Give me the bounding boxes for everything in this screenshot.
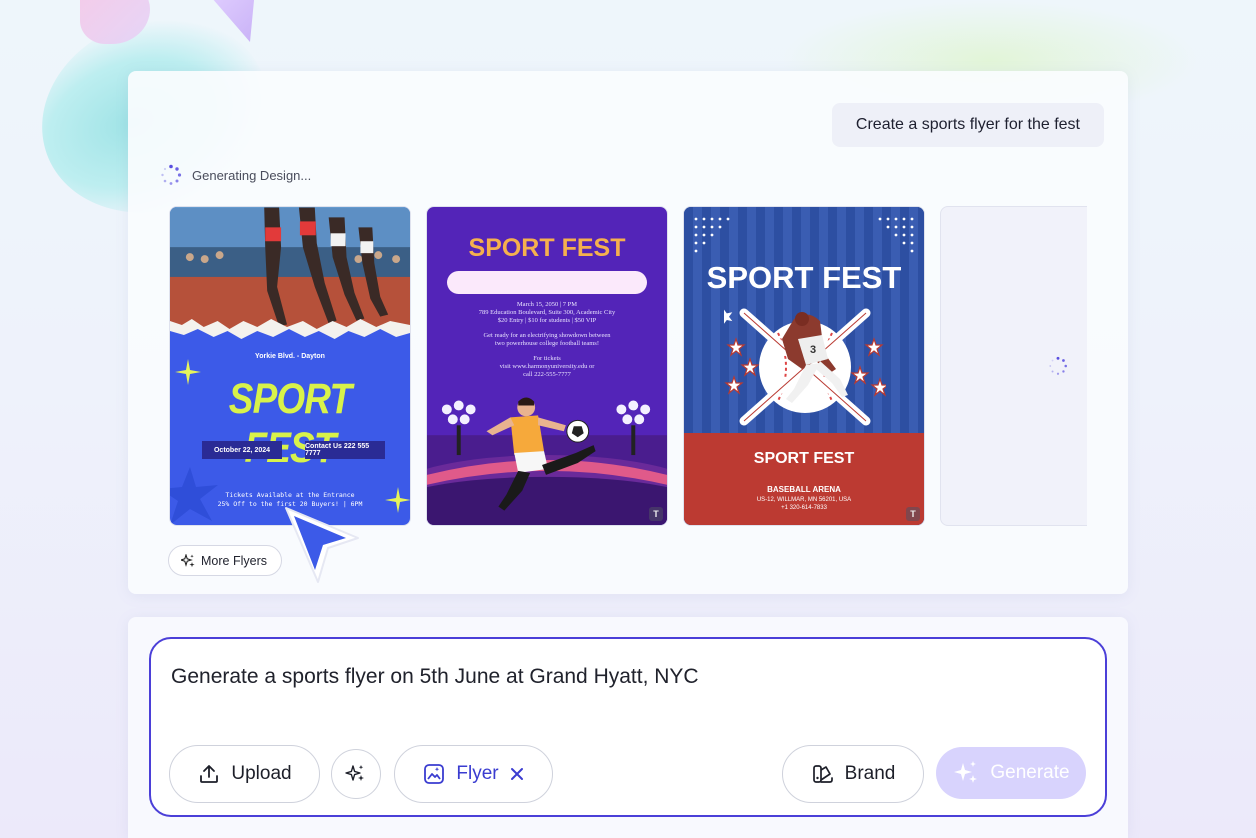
template-badge: T [906,507,920,521]
user-prompt-bubble: Create a sports flyer for the fest [831,103,1104,147]
flyer-type-chip[interactable]: Flyer [394,745,553,803]
chat-panel: Create a sports flyer for the fest Gener… [128,71,1128,594]
runners-illustration [170,207,410,332]
more-flyers-label: More Flyers [201,553,267,568]
info-line: March 15, 2050 | 7 PM [516,301,578,308]
prompt-input[interactable]: Generate a sports flyer on 5th June at G… [171,665,699,689]
flyer-date: October 22, 2024 [202,441,282,459]
flyer-chip-label: Flyer [456,763,499,784]
flyer-subtitle: SPORT FEST [753,450,855,467]
flyer-card-loading [940,206,1087,526]
generation-status-label: Generating Design... [192,167,312,183]
template-badge: T [649,507,663,521]
info-line: 789 Education Boulevard, Suite 300, Acad… [478,309,616,316]
sparkle-icon [181,553,195,567]
flyer-image-icon [424,764,445,784]
flyer-arena: BASEBALL ARENA [767,485,841,494]
magic-wand-icon [345,765,364,781]
generate-button[interactable]: Generate [936,747,1086,799]
flyer-address: US-12, WILLMAR, MN 56201, USA +1 320-614… [684,496,924,512]
tickets-line: Tickets Available at the Entrance [225,491,355,499]
flyer-card-track[interactable]: Yorkie Blvd. - Dayton SPORT FEST October… [169,206,411,526]
baseball-emblem: 3 [724,308,886,426]
brand-icon [812,765,833,783]
dots-decoration [878,217,914,253]
generation-status: Generating Design... [160,164,311,186]
flyer-card-soccer[interactable]: SPORT FEST March 15, 2050 | 7 PM 789 Edu… [426,206,668,526]
flyer-address: Yorkie Blvd. - Dayton [255,353,325,360]
spinner-icon [1049,356,1067,375]
info-line: $20 Entry | $10 for students | $50 VIP [497,317,597,324]
torn-paper-edge [170,319,410,347]
info-line: call 222-555-7777 [523,371,571,378]
generate-sparkle-icon [954,761,978,783]
svg-text:3: 3 [810,344,816,356]
composer-panel: Generate a sports flyer on 5th June at G… [128,617,1128,838]
flyer-contact: Contact Us 222 555 7777 [305,441,385,459]
spinner-icon [161,164,182,185]
brand-label: Brand [844,763,896,784]
flyer-title: SPORT FEST [468,234,626,262]
info-line: two powerhouse college football teams! [495,340,599,347]
cursor-arrow-icon [285,507,359,583]
flyer-highlight-bar [447,271,647,294]
info-line: Get ready for an electrifying showdown b… [483,332,611,339]
upload-button[interactable]: Upload [169,745,320,803]
dots-decoration [694,217,730,253]
user-prompt-text: Create a sports flyer for the fest [855,116,1080,133]
info-line: visit www.harmonyuniversity.edu or [499,363,595,370]
flyer-carousel: Yorkie Blvd. - Dayton SPORT FEST October… [169,206,1087,527]
magic-enhance-button[interactable] [331,749,381,799]
soccer-player-illustration [427,397,667,525]
flyer-card-baseball[interactable]: SPORT FEST 3 SPORT FEST BASEBALL ARENA U… [683,206,925,526]
prompt-composer[interactable]: Generate a sports flyer on 5th June at G… [149,637,1107,817]
flyer-title: SPORT FEST [706,260,902,295]
address-line: US-12, WILLMAR, MN 56201, USA [756,497,852,503]
phone-line: +1 320-614-7833 [781,505,827,511]
generate-label: Generate [990,762,1070,783]
more-flyers-button[interactable]: More Flyers [168,545,282,576]
close-icon[interactable] [509,766,525,782]
upload-icon [200,765,219,783]
info-line: For tickets [533,355,561,362]
flyer-info: March 15, 2050 | 7 PM 789 Education Boul… [427,301,667,379]
upload-label: Upload [231,763,292,784]
brand-button[interactable]: Brand [782,745,924,803]
